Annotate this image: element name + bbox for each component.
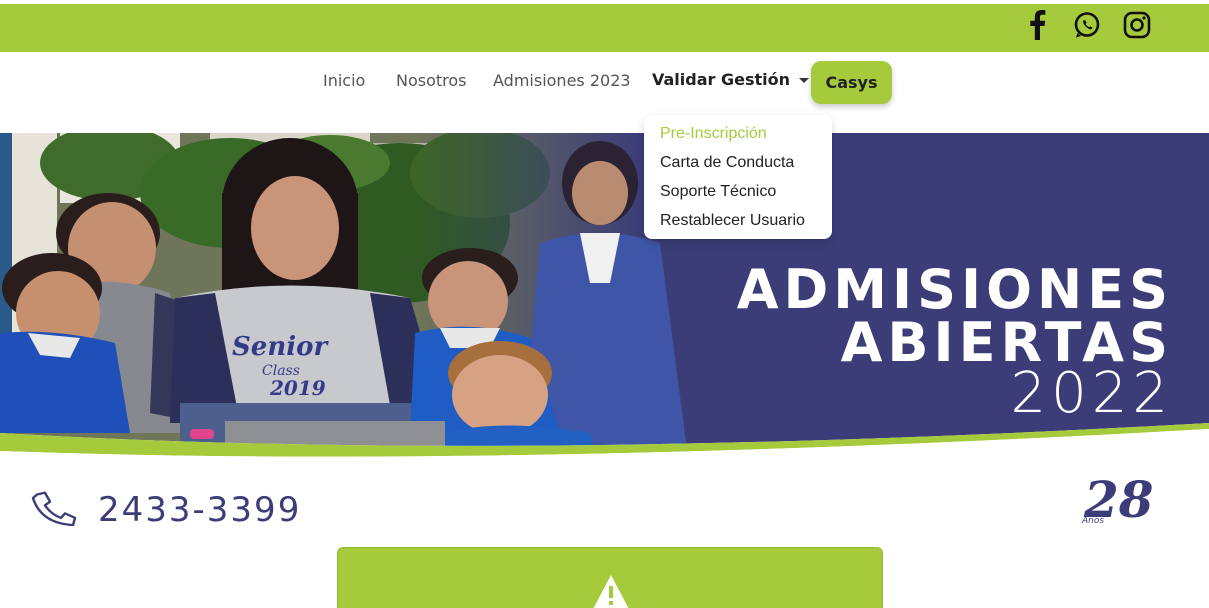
social-links [1023,9,1151,41]
nav-nosotros[interactable]: Nosotros [396,71,467,90]
notice-box [337,547,883,608]
facebook-icon[interactable] [1023,9,1051,41]
validar-gestion-menu: Pre-Inscripción Carta de Conducta Soport… [644,115,832,239]
menu-item-soporte-tecnico[interactable]: Soporte Técnico [644,177,832,206]
hero-banner: Senior Class 2019 ADMISIONES ABIERTAS 20… [0,133,1209,473]
top-bar [0,4,1209,52]
phone-icon [30,490,80,530]
phone-number: 2433-3399 [98,490,302,530]
instagram-icon[interactable] [1123,9,1151,41]
hero-title-line3: 2022 [1010,361,1173,426]
contact-phone[interactable]: 2433-3399 [30,490,301,530]
casys-button[interactable]: Casys [811,61,892,104]
anniversary-logo: 28 Años [1080,470,1175,530]
menu-item-carta-conducta[interactable]: Carta de Conducta [644,148,832,177]
nav-inicio[interactable]: Inicio [323,71,365,90]
whatsapp-icon[interactable] [1073,9,1101,41]
main-navbar: Inicio Nosotros Admisiones 2023 Validar … [0,52,1209,133]
warning-icon [590,573,632,608]
caret-down-icon [799,78,810,83]
menu-item-pre-inscripcion[interactable]: Pre-Inscripción [644,119,832,148]
nav-dropdown-label: Validar Gestión [652,70,791,89]
menu-item-restablecer-usuario[interactable]: Restablecer Usuario [644,206,832,235]
anniversary-label: Años [1082,516,1105,526]
shirt-text-year: 2019 [269,376,326,400]
shirt-text-senior: Senior [232,332,329,362]
nav-validar-gestion-dropdown[interactable]: Validar Gestión [652,70,810,89]
nav-admisiones[interactable]: Admisiones 2023 [493,71,631,90]
